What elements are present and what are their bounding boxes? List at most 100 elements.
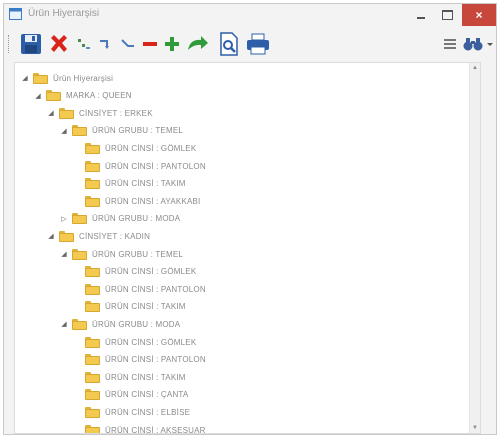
window-title: Ürün Hiyerarşisi — [28, 8, 100, 19]
folder-icon — [85, 178, 100, 190]
tree-node-label: ÜRÜN CİNSİ : PANTOLON — [105, 284, 206, 294]
list-button[interactable] — [441, 31, 459, 57]
remove-icon — [143, 42, 157, 46]
tree-node[interactable]: ÜRÜN CİNSİ : AKSESUAR — [73, 421, 206, 434]
tree-node-label: MARKA : QUEEN — [66, 91, 132, 101]
tree-node-label: ÜRÜN CİNSİ : GÖMLEK — [105, 267, 197, 277]
add-button[interactable] — [162, 31, 182, 57]
find-button[interactable] — [460, 31, 486, 57]
preview-button[interactable] — [216, 31, 242, 57]
expanded-arrow-icon[interactable]: ◢ — [60, 250, 68, 258]
folder-icon — [85, 301, 100, 313]
tree-node-label: ÜRÜN CİNSİ : TAKIM — [105, 302, 186, 312]
toolbar-grip[interactable] — [8, 35, 11, 53]
tree-node-label: ÜRÜN GRUBU : MODA — [92, 319, 181, 329]
folder-icon — [85, 283, 100, 295]
close-icon: × — [475, 8, 483, 22]
tree-node-label: ÜRÜN CİNSİ : ELBİSE — [105, 407, 191, 417]
tree-node-label: ÜRÜN GRUBU : TEMEL — [92, 249, 184, 259]
folder-icon — [85, 195, 100, 207]
folder-icon — [46, 90, 61, 102]
tree-node[interactable]: ◢ CİNSİYET : KADIN — [47, 227, 150, 245]
expanded-arrow-icon[interactable]: ◢ — [60, 320, 68, 328]
hierarchy-window: Ürün Hiyerarşisi × ▲ ▼ ◢ Ürün Hiyerarşis… — [3, 3, 497, 435]
tree-node-label: ÜRÜN CİNSİ : GÖMLEK — [105, 143, 197, 153]
tree-node[interactable]: ◢ ÜRÜN GRUBU : TEMEL — [60, 245, 183, 263]
folder-icon — [85, 389, 100, 401]
collapse-icon — [121, 39, 134, 47]
indent-button[interactable] — [74, 31, 94, 57]
tree-node-label: ÜRÜN CİNSİ : AYAKKABI — [105, 196, 201, 206]
tree-node[interactable]: ÜRÜN CİNSİ : ELBİSE — [73, 403, 190, 421]
vertical-scrollbar[interactable]: ▲ ▼ — [469, 63, 480, 433]
tree-node[interactable]: ÜRÜN CİNSİ : TAKIM — [73, 298, 186, 316]
preview-icon — [220, 32, 238, 56]
tree-node-label: ÜRÜN CİNSİ : PANTOLON — [105, 161, 206, 171]
folder-icon — [33, 72, 48, 84]
tree-node[interactable]: ◢ CİNSİYET : ERKEK — [47, 104, 153, 122]
folder-icon — [85, 266, 100, 278]
expanded-arrow-icon[interactable]: ◢ — [34, 92, 42, 100]
print-icon — [247, 33, 269, 55]
tree-node[interactable]: ÜRÜN CİNSİ : PANTOLON — [73, 280, 206, 298]
tree-node[interactable]: ÜRÜN CİNSİ : TAKIM — [73, 175, 186, 193]
expanded-arrow-icon[interactable]: ◢ — [60, 127, 68, 135]
indent-icon — [78, 39, 90, 49]
tree-node[interactable]: ◢ ÜRÜN GRUBU : MODA — [60, 315, 180, 333]
tree-node-label: ÜRÜN GRUBU : MODA — [92, 214, 181, 224]
collapse-button[interactable] — [118, 31, 138, 57]
scroll-down-icon[interactable]: ▼ — [470, 425, 480, 431]
collapsed-arrow-icon[interactable]: ▷ — [60, 215, 68, 223]
hierarchy-tree[interactable]: ▲ ▼ ◢ Ürün Hiyerarşisi ◢ MARKA : QUEEN ◢ CİNS… — [14, 62, 481, 434]
tree-node[interactable]: ÜRÜN CİNSİ : ÇANTA — [73, 386, 188, 404]
tree-node[interactable]: ▷ ÜRÜN GRUBU : MODA — [60, 210, 180, 228]
minimize-button[interactable] — [408, 4, 434, 26]
tree-node-label: ÜRÜN CİNSİ : PANTOLON — [105, 355, 206, 365]
save-icon — [21, 34, 41, 54]
maximize-icon — [441, 10, 453, 20]
print-button[interactable] — [244, 31, 272, 57]
expanded-arrow-icon[interactable]: ◢ — [21, 74, 29, 82]
tree-node-label: ÜRÜN CİNSİ : TAKIM — [105, 179, 186, 189]
expanded-arrow-icon[interactable]: ◢ — [47, 232, 55, 240]
minimize-icon — [417, 17, 425, 19]
expanded-arrow-icon[interactable]: ◢ — [47, 109, 55, 117]
tree-node-label: CİNSİYET : ERKEK — [79, 108, 153, 118]
tree-node[interactable]: ◢ Ürün Hiyerarşisi — [21, 69, 113, 87]
folder-icon — [85, 142, 100, 154]
list-icon — [444, 39, 456, 49]
refresh-button[interactable] — [184, 31, 212, 57]
tree-node[interactable]: ◢ ÜRÜN GRUBU : TEMEL — [60, 122, 183, 140]
scroll-up-icon[interactable]: ▲ — [470, 65, 480, 71]
folder-icon — [85, 371, 100, 383]
chevron-down-icon — [487, 43, 493, 46]
folder-icon — [85, 336, 100, 348]
tree-node[interactable]: ÜRÜN CİNSİ : GÖMLEK — [73, 263, 196, 281]
folder-icon — [59, 230, 74, 242]
outdent-button[interactable] — [96, 31, 116, 57]
delete-button[interactable] — [46, 31, 72, 57]
close-button[interactable]: × — [462, 4, 496, 26]
tree-node-label: ÜRÜN CİNSİ : AKSESUAR — [105, 425, 206, 434]
refresh-icon — [188, 36, 208, 50]
save-button[interactable] — [18, 31, 44, 57]
tree-node[interactable]: ÜRÜN CİNSİ : GÖMLEK — [73, 139, 196, 157]
tree-node[interactable]: ÜRÜN CİNSİ : AYAKKABI — [73, 192, 200, 210]
maximize-button[interactable] — [434, 4, 460, 26]
folder-icon — [59, 107, 74, 119]
outdent-icon — [100, 40, 109, 49]
tree-node[interactable]: ÜRÜN CİNSİ : GÖMLEK — [73, 333, 196, 351]
tree-node-label: ÜRÜN GRUBU : TEMEL — [92, 126, 184, 136]
tree-node[interactable]: ÜRÜN CİNSİ : PANTOLON — [73, 351, 206, 369]
tree-node[interactable]: ◢ MARKA : QUEEN — [34, 87, 132, 105]
tree-node[interactable]: ÜRÜN CİNSİ : TAKIM — [73, 368, 186, 386]
folder-icon — [85, 424, 100, 433]
remove-button[interactable] — [140, 31, 160, 57]
add-icon — [165, 37, 179, 51]
folder-icon — [85, 354, 100, 366]
tree-node-label: ÜRÜN CİNSİ : ÇANTA — [105, 390, 189, 400]
tree-node-label: ÜRÜN CİNSİ : GÖMLEK — [105, 337, 197, 347]
more-dropdown[interactable] — [486, 31, 494, 57]
toolbar — [4, 26, 496, 62]
tree-node[interactable]: ÜRÜN CİNSİ : PANTOLON — [73, 157, 206, 175]
